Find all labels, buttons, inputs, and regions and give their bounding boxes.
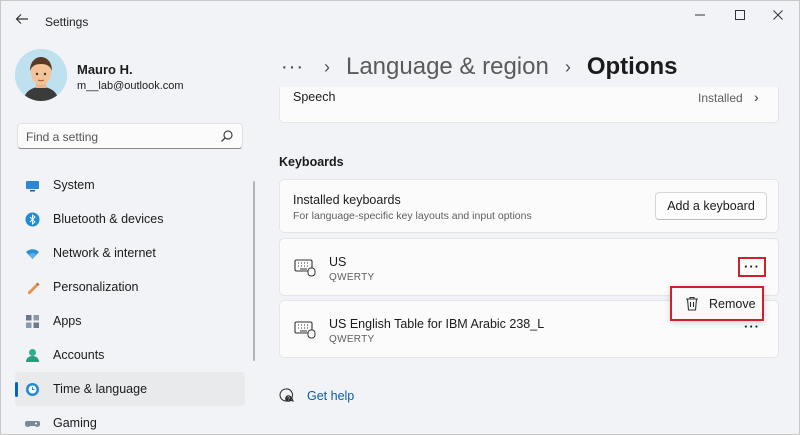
more-options-button[interactable]: ··· [738,257,766,277]
sidebar-item-label: Bluetooth & devices [53,212,164,226]
get-help-label: Get help [307,389,355,403]
maximize-button[interactable] [725,7,755,27]
sidebar-item-apps[interactable]: Apps [15,304,245,338]
avatar-image [15,49,67,101]
sidebar-item-label: Apps [53,314,82,328]
remove-menu-item[interactable]: Remove [670,286,764,321]
chevron-right-icon: › [754,89,759,105]
sidebar-item-system[interactable]: System [15,168,245,202]
breadcrumb: ··· › Language & region › Options [281,49,677,85]
breadcrumb-chevron-icon: › [323,56,330,77]
sidebar-nav: System Bluetooth & devices Network & int… [15,168,245,435]
settings-window: Settings Mauro H. m__lab@outlook.com Fin… [0,0,800,435]
back-arrow-icon [15,14,28,24]
breadcrumb-chevron-icon: › [564,56,571,77]
page-title: Options [586,53,678,80]
sidebar-item-network[interactable]: Network & internet [15,236,245,270]
avatar[interactable] [15,49,67,101]
apps-icon [26,315,39,328]
active-indicator [15,382,18,397]
sidebar-scrollbar[interactable] [253,181,255,361]
installed-keyboards-card: Installed keyboards For language-specifi… [279,179,779,233]
keyboard-name: US [329,255,347,269]
system-icon [26,181,39,192]
more-options-button[interactable]: ··· [738,319,766,339]
app-title: Settings [45,15,89,29]
installed-keyboards-subtitle: For language-specific key layouts and in… [293,210,532,222]
help-icon: ? [279,388,294,402]
search-input[interactable] [26,129,216,145]
sidebar-item-accounts[interactable]: Accounts [15,338,245,372]
close-icon [773,10,783,20]
keyboard-name: US English Table for IBM Arabic 238_L [329,317,545,331]
keyboard-icon [294,321,316,339]
add-keyboard-button[interactable]: Add a keyboard [655,192,767,220]
network-icon [26,249,39,259]
sidebar-item-personalization[interactable]: Personalization [15,270,245,304]
sidebar-item-label: System [53,178,95,192]
sidebar-item-label: Accounts [53,348,105,362]
title-bar: Settings [1,1,800,41]
user-email: m__lab@outlook.com [77,80,184,92]
time-language-icon [26,383,39,396]
remove-label: Remove [709,297,756,311]
back-button[interactable] [11,11,33,33]
sidebar-item-bluetooth[interactable]: Bluetooth & devices [15,202,245,236]
keyboard-icon [294,259,316,277]
minimize-icon [695,14,705,16]
speech-row[interactable]: Speech Installed › [279,87,779,123]
gaming-icon [25,421,40,427]
keyboards-section-title: Keyboards [279,155,344,169]
close-button[interactable] [763,7,793,27]
sidebar-item-label: Network & internet [53,246,156,260]
breadcrumb-more-button[interactable]: ··· [281,56,304,79]
personalization-icon [28,282,40,294]
speech-status: Installed [698,91,743,105]
user-name: Mauro H. [77,62,133,77]
search-box[interactable] [17,123,243,149]
search-icon[interactable] [220,129,234,143]
accounts-icon [26,349,39,362]
maximize-icon [735,10,745,20]
sidebar-item-time-language[interactable]: Time & language [15,372,245,406]
sidebar-item-label: Time & language [53,382,148,396]
svg-text:?: ? [287,396,290,402]
keyboard-layout: QWERTY [329,272,375,283]
sidebar-item-label: Personalization [53,280,139,294]
minimize-button[interactable] [685,7,715,27]
keyboard-layout: QWERTY [329,334,375,345]
trash-icon [686,296,698,311]
installed-keyboards-title: Installed keyboards [293,193,401,207]
speech-label: Speech [293,90,336,104]
sidebar-item-label: Gaming [53,416,97,430]
sidebar-item-gaming[interactable]: Gaming [15,406,245,435]
bluetooth-icon [25,212,40,227]
breadcrumb-parent-link[interactable]: Language & region [346,53,549,81]
